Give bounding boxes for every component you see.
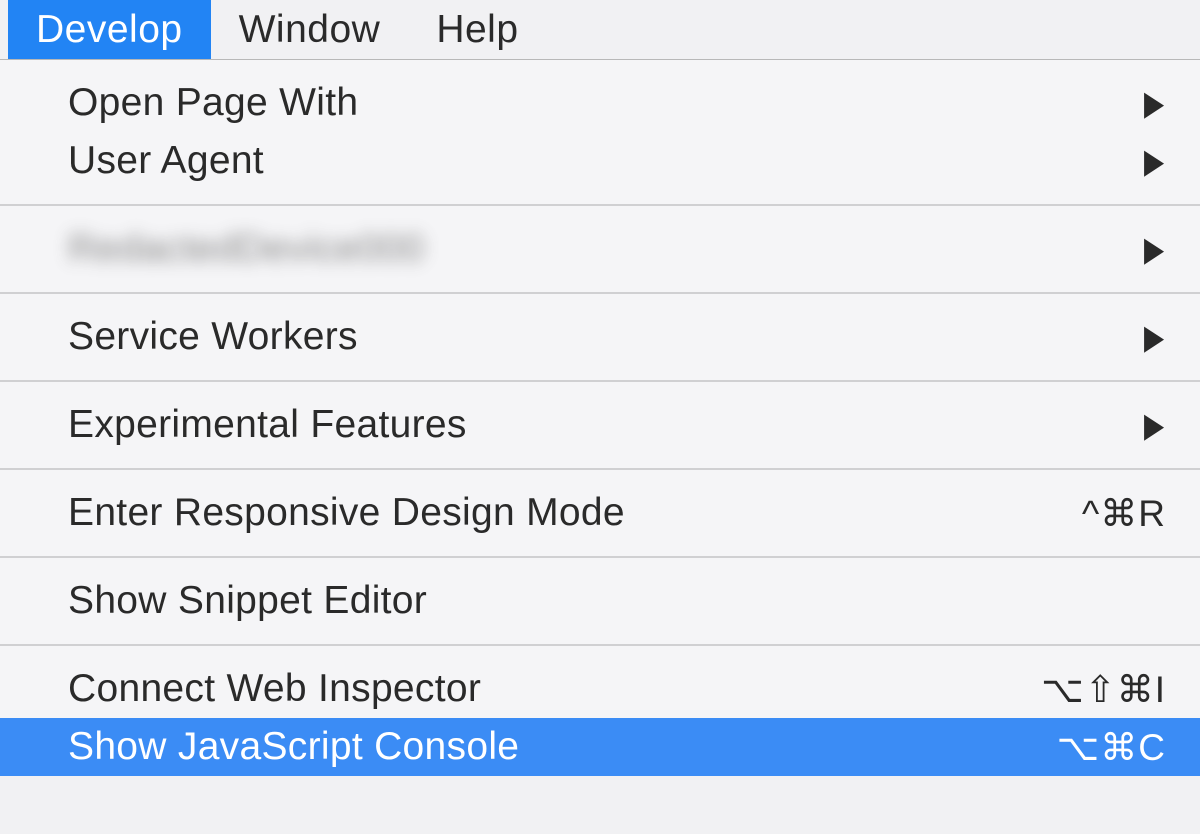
menu-item-label: Enter Responsive Design Mode <box>68 491 1082 535</box>
dropdown-section: Enter Responsive Design Mode ^⌘R <box>0 470 1200 558</box>
menubar-item-help[interactable]: Help <box>408 0 546 59</box>
menu-item-label: User Agent <box>68 139 1144 183</box>
menu-item-connect-web-inspector[interactable]: Connect Web Inspector ⌥⇧⌘I <box>0 660 1200 718</box>
menubar-item-window[interactable]: Window <box>211 0 409 59</box>
menubar-item-develop[interactable]: Develop <box>8 0 211 59</box>
submenu-arrow-icon: ▶ <box>1144 83 1166 123</box>
keyboard-shortcut: ⌥⇧⌘I <box>1041 668 1166 711</box>
dropdown-section: Open Page With ▶ User Agent ▶ <box>0 60 1200 206</box>
dropdown-section: Show Snippet Editor <box>0 558 1200 646</box>
keyboard-shortcut: ^⌘R <box>1082 492 1166 535</box>
submenu-arrow-icon: ▶ <box>1144 317 1166 357</box>
menu-item-show-snippet-editor[interactable]: Show Snippet Editor <box>0 572 1200 630</box>
menu-item-label: Open Page With <box>68 81 1144 125</box>
menu-item-label: RedactedDevice000 <box>68 227 424 271</box>
menu-item-label: Experimental Features <box>68 403 1144 447</box>
menubar-label: Help <box>436 8 518 52</box>
develop-dropdown: Open Page With ▶ User Agent ▶ RedactedDe… <box>0 60 1200 776</box>
menubar-label: Window <box>239 8 381 52</box>
dropdown-section: Connect Web Inspector ⌥⇧⌘I Show JavaScri… <box>0 646 1200 776</box>
dropdown-section: Experimental Features ▶ <box>0 382 1200 470</box>
menu-item-open-page-with[interactable]: Open Page With ▶ <box>0 74 1200 132</box>
menu-item-label: Show Snippet Editor <box>68 579 1166 623</box>
submenu-arrow-icon: ▶ <box>1144 405 1166 445</box>
dropdown-section: RedactedDevice000 ▶ <box>0 206 1200 294</box>
menu-item-experimental-features[interactable]: Experimental Features ▶ <box>0 396 1200 454</box>
menubar-label: Develop <box>36 8 183 52</box>
menu-item-label: Connect Web Inspector <box>68 667 1041 711</box>
menu-item-show-javascript-console[interactable]: Show JavaScript Console ⌥⌘C <box>0 718 1200 776</box>
menu-item-enter-responsive-design-mode[interactable]: Enter Responsive Design Mode ^⌘R <box>0 484 1200 542</box>
menu-item-service-workers[interactable]: Service Workers ▶ <box>0 308 1200 366</box>
menu-item-label: Show JavaScript Console <box>68 725 1057 769</box>
dropdown-section: Service Workers ▶ <box>0 294 1200 382</box>
menu-item-user-agent[interactable]: User Agent ▶ <box>0 132 1200 190</box>
submenu-arrow-icon: ▶ <box>1144 229 1166 269</box>
submenu-arrow-icon: ▶ <box>1144 141 1166 181</box>
menubar: Develop Window Help <box>0 0 1200 60</box>
menu-item-label: Service Workers <box>68 315 1144 359</box>
keyboard-shortcut: ⌥⌘C <box>1057 726 1166 769</box>
menu-item-redacted-device[interactable]: RedactedDevice000 ▶ <box>0 220 1200 278</box>
